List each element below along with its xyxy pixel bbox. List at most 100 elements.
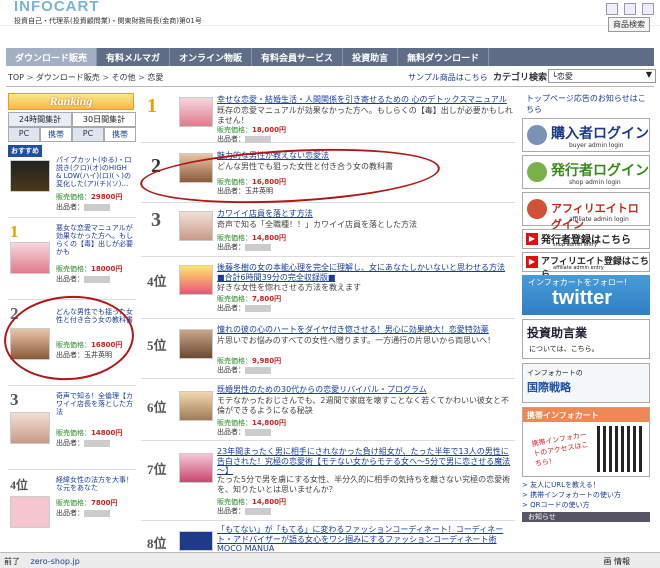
crumb-top[interactable]: TOP (8, 73, 24, 82)
international-strategy-sub: インフォカートの (527, 369, 583, 377)
affiliate-register-button[interactable]: ▶ アフィリエイト登録はこちら affiliate admin entry (522, 252, 650, 280)
info-label: お知らせ (528, 513, 556, 522)
product-author: 出品者： (217, 506, 271, 516)
nav-free-download[interactable]: 無料ダウンロード (398, 48, 490, 66)
category-select[interactable]: └恋愛 ▼ (548, 69, 656, 83)
subtab-pc-24h[interactable]: PC (8, 127, 40, 142)
product-title[interactable]: 悪女な恋愛マニュアルが効果なかった方へ。もしらくの【毒】出しが必要かも (56, 224, 134, 256)
buyer-login-button[interactable]: 購入者ログイン buyer admin login (522, 118, 650, 152)
nav-online-goods[interactable]: オンライン物販 (170, 48, 253, 66)
tab-24h[interactable]: 24時間集計 (8, 112, 72, 127)
site-logo[interactable]: INFOCART (14, 0, 100, 15)
list-item: 3 カワイイ店員を落とす方法 奇声で知る「全職種！！」カワイイ店員を落とした方法… (141, 207, 515, 257)
product-price: 販売価格：7800円 (56, 499, 118, 507)
subtab-mobile-30d[interactable]: 携帯 (104, 127, 136, 142)
nav-download[interactable]: ダウンロード販売 (6, 48, 98, 66)
nav-mailmag[interactable]: 有料メルマガ (97, 48, 171, 66)
twitter-logo: twitter (552, 287, 612, 309)
seller-register-button[interactable]: ▶ 発行者登録はこちら shop admin entry (522, 229, 650, 249)
seller-login-button[interactable]: 発行者ログイン shop admin login (522, 155, 650, 189)
product-thumbnail[interactable] (179, 391, 213, 421)
investment-advice-sub: については、こちら。 (529, 345, 599, 353)
product-thumbnail[interactable] (10, 412, 50, 444)
product-title[interactable]: 奇声で知る！全倫理【カワイイ店長を落とした方法 (56, 392, 134, 416)
product-author: 出品者： (217, 365, 271, 375)
list-item: 4位 経緯女性の法方を大事！な元をあなた 販売価格：7800円 出品者： (8, 470, 136, 530)
status-url: zero-shop.jp (30, 557, 80, 566)
product-title[interactable]: カワイイ店員を落とす方法 (217, 209, 513, 219)
subtab-mobile-24h[interactable]: 携帯 (40, 127, 72, 142)
subtab-pc-30d[interactable]: PC (72, 127, 104, 142)
list-item: 1 幸せな恋愛・結婚生活・人間関係を引き寄せるための 心のデトックスマニュアル … (141, 93, 515, 143)
divider (6, 86, 654, 87)
international-strategy-title: 国際戦略 (527, 381, 571, 394)
mobile-links: > 友人にURLを教える！ > 携帯インフォカートの使い方 > QRコードの使い… (522, 481, 652, 510)
crumb-other[interactable]: その他 (112, 73, 136, 82)
mobile-infocart-banner[interactable]: 携帯インフォカート 携帯インフォカートのアクセスはこちら! (522, 407, 650, 477)
crumb-download[interactable]: ダウンロード販売 (36, 73, 100, 82)
product-title[interactable]: 幸せな恋愛・結婚生活・人間関係を引き寄せるための 心のデトックスマニュアル (217, 95, 513, 105)
list-item: 5位 憧れの彼の心のハートをダイヤ付き惚させる！男心に効果絶大！恋愛特効薬 片思… (141, 323, 515, 379)
main-nav: ダウンロード販売 有料メルマガ オンライン物販 有料会員サービス 投資助言 無料… (6, 48, 654, 66)
notice-link[interactable]: トップページ応告のお知らせはこちら (522, 93, 652, 115)
product-title[interactable]: 後藤冬樹の女の本能心理を完全に理解し、女にあなたしかいないと思わせる方法 ■合計… (217, 263, 513, 282)
feed-icon[interactable] (624, 3, 636, 15)
international-strategy-banner[interactable]: インフォカートの 国際戦略 (522, 363, 650, 403)
product-title[interactable]: 「もてない」が「もてる」に変わるファッションコーディネート！コーディネート・アド… (217, 525, 513, 554)
breadcrumb: TOP > ダウンロード販売 > その他 > 恋愛 (8, 72, 163, 83)
list-item: 3 奇声で知る！全倫理【カワイイ店長を落とした方法 販売価格：14800円 出品… (8, 386, 136, 470)
product-description: 好きな女性を惚れさせる方法を教えます (217, 283, 361, 292)
rank-number: 3 (10, 390, 19, 409)
product-author: 出品者： (217, 134, 271, 144)
info-bar: お知らせ (522, 512, 650, 523)
nav-members[interactable]: 有料会員サービス (252, 48, 344, 66)
product-title[interactable]: 経緯女性の法方を大事！な元をあなた (56, 476, 134, 492)
affiliate-login-button[interactable]: アフィリエイトログイン affiliate admin login (522, 192, 650, 231)
product-thumbnail[interactable] (179, 97, 213, 127)
home-icon[interactable] (606, 3, 618, 15)
product-thumbnail[interactable] (179, 453, 213, 483)
product-thumbnail[interactable] (10, 160, 50, 192)
affiliate-login-sub: affiliate admin login (569, 216, 629, 223)
list-item: 6位 既婚男性のための30代からの恋愛リバイバル・プログラム モテなかったおじさ… (141, 383, 515, 441)
qr-howto-link[interactable]: > QRコードの使い方 (522, 501, 652, 511)
mobile-banner-title: 携帯インフォカート (523, 408, 649, 422)
product-title[interactable]: 憧れの彼の心のハートをダイヤ付き惚させる！男心に効果絶大！恋愛特効薬 (217, 325, 513, 335)
product-title[interactable]: パイプカット(ゆる)・口説き(クロ)(オ)のHIGH & LOW(ハイ)(ロ)(… (56, 156, 134, 188)
sample-products-link[interactable]: サンプル商品はこちら (408, 72, 488, 83)
product-title[interactable]: 23年間まったく男に相手にされなかった負け組女が、たった半年で13人の男性に告白… (217, 447, 513, 476)
rank-number: 4位 (147, 274, 167, 289)
product-author: 出品者： (56, 274, 110, 284)
crumb-sep: > (135, 73, 148, 82)
rank-number: 1 (147, 95, 157, 117)
product-thumbnail[interactable] (10, 242, 50, 274)
seller-login-label: 発行者ログイン (551, 162, 649, 178)
product-thumbnail[interactable] (179, 211, 213, 241)
print-icon[interactable] (642, 3, 654, 15)
rank-number: 3 (151, 209, 161, 231)
mobile-howto-link[interactable]: > 携帯インフォカートの使い方 (522, 491, 652, 501)
product-thumbnail[interactable] (179, 329, 213, 359)
product-title[interactable]: 既婚男性のための30代からの恋愛リバイバル・プログラム (217, 385, 513, 395)
investment-advice-banner[interactable]: 投資助言業 については、こちら。 (522, 319, 650, 359)
right-sidebar: トップページ応告のお知らせはこちら 購入者ログイン buyer admin lo… (522, 93, 652, 523)
recommend-badge: おすすめ (8, 145, 42, 157)
product-price: 販売価格：14800円 (56, 429, 123, 437)
crumb-sep: > (99, 73, 112, 82)
ranking-tabs: 24時間集計 30日間集計 (8, 112, 136, 127)
twitter-follow-banner[interactable]: インフォカートをフォロー! twitter (522, 275, 650, 315)
investment-advice-title: 投資助言業 (527, 326, 588, 340)
ranking-banner: Ranking (8, 93, 134, 110)
product-thumbnail[interactable] (179, 531, 213, 551)
list-item: おすすめ パイプカット(ゆる)・口説き(クロ)(オ)のHIGH & LOW(ハイ… (8, 142, 136, 218)
chevron-down-icon: ▼ (645, 70, 652, 79)
buyer-login-label: 購入者ログイン (551, 125, 649, 141)
product-thumbnail[interactable] (179, 265, 213, 295)
product-thumbnail[interactable] (10, 496, 50, 528)
nav-advice[interactable]: 投資助言 (343, 48, 399, 66)
browser-status-bar: 前了 zero-shop.jp 画 情報 (0, 552, 660, 568)
rank-number: 5位 (147, 338, 167, 353)
site-search-button[interactable]: 商品検索 (608, 17, 650, 32)
tab-30d[interactable]: 30日間集計 (72, 112, 136, 127)
tell-friend-link[interactable]: > 友人にURLを教える！ (522, 481, 652, 491)
